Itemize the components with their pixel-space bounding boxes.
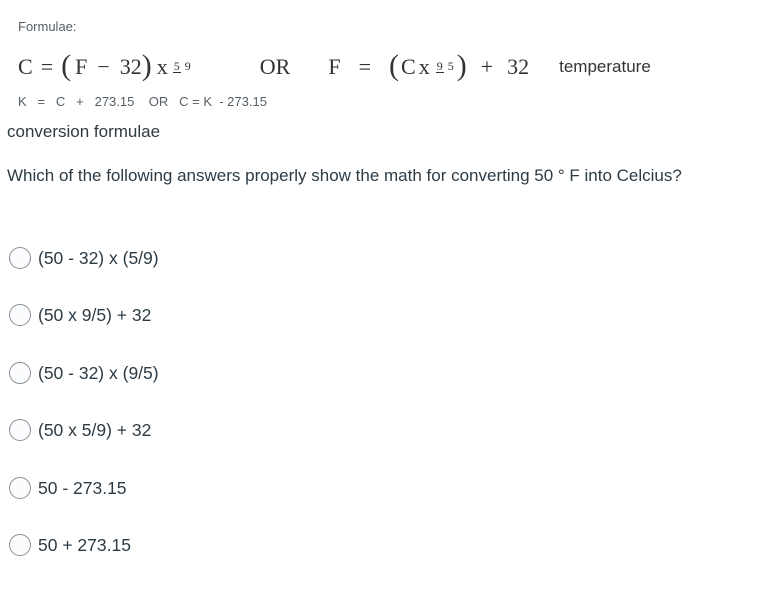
answer-option[interactable]: (50 - 32) x (5/9): [9, 246, 309, 270]
temperature-word: temperature: [559, 57, 651, 76]
radio-button[interactable]: [9, 362, 31, 384]
kelvin-formula: K = C + 273.15 OR C = K - 273.15: [18, 94, 267, 109]
formula-f-times: x: [418, 54, 430, 79]
answer-label: (50 - 32) x (5/9): [38, 247, 159, 268]
formula-f-fraction: 9 5: [435, 59, 455, 73]
radio-button[interactable]: [9, 419, 31, 441]
formula-f-plus: +: [480, 54, 494, 79]
radio-button[interactable]: [9, 477, 31, 499]
formula-f-close-paren: ): [456, 49, 467, 82]
formula-c-minus: −: [97, 54, 110, 79]
formula-c-times: x: [156, 54, 168, 79]
formulae-label: Formulae:: [18, 19, 77, 34]
answer-label: (50 x 9/5) + 32: [38, 304, 152, 325]
formula-f-frac-num: 9: [435, 59, 444, 73]
answer-label: (50 - 32) x (9/5): [38, 362, 159, 383]
or-word: OR: [259, 54, 291, 79]
radio-button[interactable]: [9, 304, 31, 326]
formula-f-const: 32: [507, 54, 530, 79]
formula-c-equals: =: [40, 54, 54, 79]
formula-f-open-paren: (: [389, 49, 400, 82]
formula-f-frac-den: 5: [447, 59, 454, 73]
answer-option[interactable]: (50 - 32) x (9/5): [9, 361, 309, 385]
answer-option[interactable]: 50 - 273.15: [9, 476, 309, 500]
formula-c-frac-den: 9: [184, 59, 191, 73]
answer-option[interactable]: (50 x 9/5) + 32: [9, 303, 309, 327]
formula-f-lhs: F: [328, 54, 341, 79]
formula-c-frac-num: 5: [172, 59, 181, 73]
formula-row: C = ( F − 32 ) x 5 9 OR F = ( C x 9 5 ) …: [18, 48, 651, 86]
formula-c-const: 32: [119, 54, 142, 79]
formula-c-lhs: C: [18, 54, 33, 79]
radio-button[interactable]: [9, 247, 31, 269]
answer-label: (50 x 5/9) + 32: [38, 419, 152, 440]
formula-c-var: F: [75, 54, 88, 79]
formula-f-var: C: [401, 54, 416, 79]
formula-c-open-paren: (: [61, 49, 72, 82]
answer-label: 50 - 273.15: [38, 477, 127, 498]
answer-label: 50 + 273.15: [38, 534, 131, 555]
question-text: Which of the following answers properly …: [7, 166, 682, 185]
answer-option[interactable]: 50 + 273.15: [9, 533, 309, 557]
formula-c-close-paren: ): [141, 49, 152, 82]
answer-option[interactable]: (50 x 5/9) + 32: [9, 418, 309, 442]
radio-button[interactable]: [9, 534, 31, 556]
formula-c-fraction: 5 9: [172, 59, 192, 73]
formula-f-equals: =: [358, 54, 372, 79]
conversion-formulae-text: conversion formulae: [7, 122, 161, 141]
